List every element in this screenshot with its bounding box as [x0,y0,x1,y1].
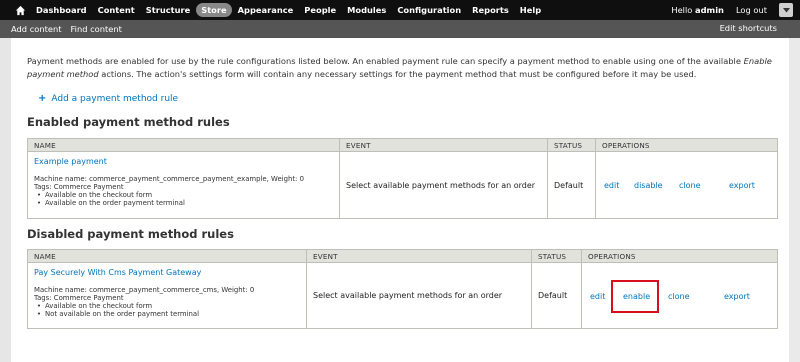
toolbar-item-structure[interactable]: Structure [141,3,195,17]
table-row: Pay Securely With Cms Payment Gateway Ma… [27,262,778,329]
availability-item: Available on the checkout form [34,302,300,310]
table-row: Example payment Machine name: commerce_p… [27,151,778,219]
rule-availability-list: Available on the checkout form Available… [34,191,333,207]
toolbar-user-area: Hello admin Log out [671,0,800,20]
toolbar-item-people[interactable]: People [299,3,341,17]
edit-link[interactable]: edit [590,292,605,301]
home-icon[interactable] [12,2,28,18]
rule-operations-cell: edit disable clone export [595,151,778,219]
admin-toolbar: Dashboard Content Structure Store Appear… [0,0,800,20]
logout-link[interactable]: Log out [736,5,767,15]
disabled-rules-table: NAME EVENT STATUS OPERATIONS Pay Securel… [27,249,778,329]
column-header-name[interactable]: NAME [27,138,340,152]
clone-link[interactable]: clone [679,181,701,190]
rule-tags: Tags: Commerce Payment [34,294,124,302]
chevron-down-icon [782,7,790,12]
column-header-event[interactable]: EVENT [339,138,548,152]
rule-meta: Machine name: commerce_payment_commerce_… [34,175,333,207]
rule-status-cell: Default [547,151,596,219]
enabled-rules-table: NAME EVENT STATUS OPERATIONS Example pay… [27,138,778,219]
rule-operations-cell: edit enable clone export [581,262,778,329]
column-header-status[interactable]: STATUS [531,249,582,263]
rule-name-link[interactable]: Example payment [34,157,333,166]
page-content: Payment methods are enabled for use by t… [11,38,789,362]
column-header-name[interactable]: NAME [27,249,307,263]
vertical-scrollbar[interactable] [789,38,800,362]
toolbar-item-dashboard[interactable]: Dashboard [31,3,92,17]
toolbar-item-configuration[interactable]: Configuration [392,3,466,17]
availability-item: Available on the order payment terminal [34,199,333,207]
toolbar-item-reports[interactable]: Reports [467,3,514,17]
user-greeting: Hello admin [671,5,724,15]
greeting-prefix: Hello [671,5,693,15]
machine-name: Machine name: commerce_payment_commerce_… [34,175,304,183]
enabled-rules-heading: Enabled payment method rules [27,115,230,129]
toolbar-item-help[interactable]: Help [515,3,546,17]
toolbar-item-content[interactable]: Content [93,3,140,17]
column-header-operations: OPERATIONS [581,249,778,263]
edit-link[interactable]: edit [604,181,619,190]
rule-availability-list: Available on the checkout form Not avail… [34,302,300,318]
rule-event-cell: Select available payment methods for an … [306,262,532,329]
intro-description: Payment methods are enabled for use by t… [27,55,777,81]
export-link[interactable]: export [729,181,755,190]
shortcuts-toggle-button[interactable] [779,3,793,17]
disable-link[interactable]: disable [634,181,663,190]
shortcuts-bar: Add content Find content Edit shortcuts [0,20,800,38]
rule-event-cell: Select available payment methods for an … [339,151,548,219]
column-header-status[interactable]: STATUS [547,138,596,152]
rule-tags: Tags: Commerce Payment [34,183,124,191]
toolbar-item-modules[interactable]: Modules [342,3,391,17]
disabled-rules-heading: Disabled payment method rules [27,227,234,241]
add-rule-label: Add a payment method rule [51,93,179,104]
username-link[interactable]: admin [695,5,724,15]
machine-name: Machine name: commerce_payment_commerce_… [34,286,255,294]
edit-shortcuts-link[interactable]: Edit shortcuts [720,23,777,33]
rule-name-link[interactable]: Pay Securely With Cms Payment Gateway [34,268,300,277]
toolbar-menu: Dashboard Content Structure Store Appear… [31,3,547,17]
shortcut-add-content[interactable]: Add content [11,24,61,34]
clone-link[interactable]: clone [668,292,690,301]
availability-item: Available on the checkout form [34,191,333,199]
shortcut-find-content[interactable]: Find content [70,24,121,34]
plus-icon: + [38,93,47,104]
export-link[interactable]: export [724,292,750,301]
highlight-box [611,280,659,313]
rule-status-cell: Default [531,262,582,329]
toolbar-item-appearance[interactable]: Appearance [233,3,299,17]
add-payment-method-rule-link[interactable]: + Add a payment method rule [38,93,178,104]
rule-meta: Machine name: commerce_payment_commerce_… [34,286,300,318]
column-header-event[interactable]: EVENT [306,249,532,263]
intro-text-after: actions. The action's settings form will… [101,69,697,79]
toolbar-item-store[interactable]: Store [196,3,232,17]
intro-text-before: Payment methods are enabled for use by t… [27,56,741,66]
column-header-operations: OPERATIONS [595,138,778,152]
availability-item: Not available on the order payment termi… [34,310,300,318]
rule-name-cell: Example payment Machine name: commerce_p… [27,151,340,219]
rule-name-cell: Pay Securely With Cms Payment Gateway Ma… [27,262,307,329]
